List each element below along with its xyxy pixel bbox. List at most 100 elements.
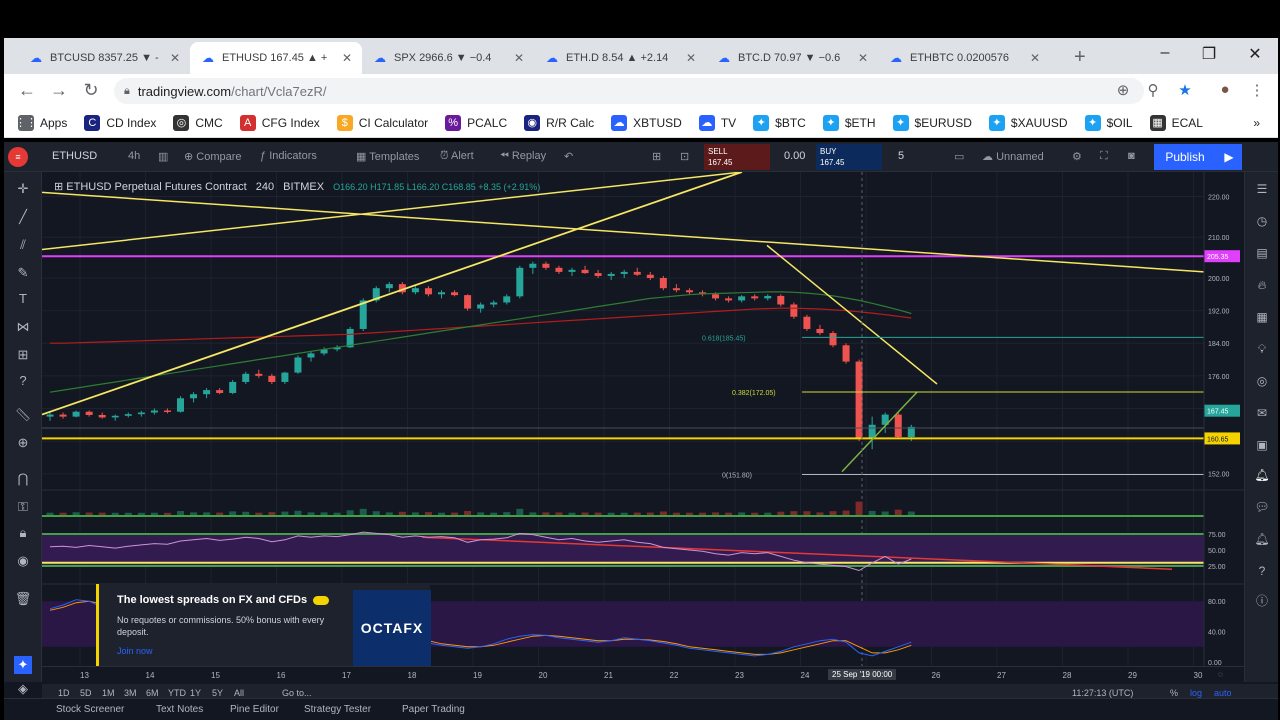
- replay-button[interactable]: ⏪︎ Replay: [500, 150, 546, 163]
- bookmark-item[interactable]: ✦ $BTC: [753, 114, 806, 131]
- range-button[interactable]: 1Y: [190, 688, 201, 698]
- range-button[interactable]: 6M: [146, 688, 159, 698]
- range-button[interactable]: All: [234, 688, 244, 698]
- indicators-button[interactable]: ƒ Indicators: [260, 150, 317, 162]
- settings-icon[interactable]: ⚙: [1072, 150, 1082, 163]
- info-icon[interactable]: ⓘ: [1253, 592, 1271, 610]
- marker-icon[interactable]: ◈: [14, 680, 32, 698]
- lock-icon[interactable]: 🔒︎: [14, 524, 32, 542]
- goto-button[interactable]: Go to...: [282, 688, 312, 698]
- symbol-search[interactable]: ETHUSD: [52, 150, 97, 162]
- brush-icon[interactable]: ✎: [14, 264, 32, 282]
- bookmark-item[interactable]: ▦ ECAL: [1149, 114, 1203, 131]
- bookmark-item[interactable]: $ CI Calculator: [336, 114, 428, 131]
- pitchfork-icon[interactable]: ⫽: [14, 236, 32, 254]
- bookmark-item[interactable]: ☁ TV: [698, 114, 736, 131]
- close-window-icon[interactable]: ✕: [1240, 44, 1270, 64]
- back-icon[interactable]: ←: [16, 80, 38, 101]
- sell-button[interactable]: SELL 167.45: [704, 144, 770, 170]
- range-button[interactable]: 3M: [124, 688, 137, 698]
- browser-tab[interactable]: ☁ BTC.D 70.97 ▼ −0.6 ✕: [706, 42, 878, 74]
- pattern-icon[interactable]: ⋈: [14, 318, 32, 336]
- auto-toggle[interactable]: auto: [1214, 688, 1232, 698]
- quantity-input[interactable]: 5: [898, 150, 904, 162]
- range-button[interactable]: 5Y: [212, 688, 223, 698]
- ruler-icon[interactable]: 📏︎: [14, 406, 32, 424]
- close-tab-icon[interactable]: ✕: [338, 51, 356, 65]
- calendar-icon[interactable]: ▣: [1253, 436, 1271, 454]
- crosshair-icon[interactable]: ✛: [14, 180, 32, 198]
- layout-icon[interactable]: ⊡: [680, 150, 689, 163]
- prediction-icon[interactable]: ⊞: [14, 346, 32, 364]
- layout-name-button[interactable]: ☁ Unnamed: [982, 150, 1044, 163]
- minimize-icon[interactable]: –: [1150, 44, 1180, 62]
- chat-icon[interactable]: 💬︎: [1253, 498, 1271, 516]
- log-toggle[interactable]: log: [1190, 688, 1202, 698]
- range-button[interactable]: 1M: [102, 688, 115, 698]
- panel-tab[interactable]: Text Notes: [156, 704, 203, 715]
- data-window-icon[interactable]: ▤: [1253, 244, 1271, 262]
- bookmark-item[interactable]: ☁ XBTUSD: [611, 114, 682, 131]
- fullscreen-icon[interactable]: ⛶: [1100, 150, 1108, 163]
- buysell-icon[interactable]: ⊞: [652, 150, 661, 163]
- browser-tab[interactable]: ☁ SPX 2966.6 ▼ −0.4 ✕: [362, 42, 534, 74]
- chats-icon[interactable]: ✉: [1253, 404, 1271, 422]
- close-tab-icon[interactable]: ✕: [1026, 51, 1044, 65]
- compare-button[interactable]: ⊕ Compare: [184, 150, 242, 163]
- install-icon[interactable]: ⊕: [1112, 81, 1134, 99]
- bookmark-item[interactable]: ◎ CMC: [173, 114, 223, 131]
- ideas-icon[interactable]: 💡︎: [1253, 340, 1271, 358]
- bookmark-item[interactable]: ✦ $OIL: [1084, 114, 1133, 131]
- interval-button[interactable]: 4h: [128, 150, 140, 162]
- close-tab-icon[interactable]: ✕: [682, 51, 700, 65]
- range-button[interactable]: 1D: [58, 688, 70, 698]
- bookmark-item[interactable]: ◉ R/R Calc: [524, 114, 594, 131]
- bookmark-star-icon[interactable]: ★: [1174, 81, 1196, 99]
- bookmark-item[interactable]: A CFG Index: [239, 114, 320, 131]
- streams-icon[interactable]: ◎: [1253, 372, 1271, 390]
- octafx-ad[interactable]: The lowest spreads on FX and CFDs No req…: [96, 584, 431, 666]
- panel-tab[interactable]: Stock Screener: [56, 704, 124, 715]
- undo-icon[interactable]: ↶: [564, 150, 573, 163]
- text-icon[interactable]: T: [14, 290, 32, 308]
- calendar-icon[interactable]: ▦: [1253, 308, 1271, 326]
- play-icon[interactable]: ▶: [1216, 144, 1242, 170]
- browser-tab-active[interactable]: ☁ ETHUSD 167.45 ▲ + ✕: [190, 42, 362, 74]
- zoom-icon[interactable]: ⚲: [1142, 81, 1164, 99]
- reload-icon[interactable]: ↻: [80, 80, 102, 101]
- publish-button[interactable]: Publish: [1154, 144, 1216, 170]
- trendline-icon[interactable]: ╱: [14, 208, 32, 226]
- close-tab-icon[interactable]: ✕: [854, 51, 872, 65]
- watchlist-icon[interactable]: ☰: [1253, 180, 1271, 198]
- bookmark-item[interactable]: % PCALC: [445, 114, 507, 131]
- help-icon[interactable]: ?: [14, 372, 32, 390]
- range-button[interactable]: YTD: [168, 688, 186, 698]
- chart-type-icon[interactable]: ▥: [158, 150, 168, 163]
- browser-tab[interactable]: ☁ BTCUSD 8357.25 ▼ - ✕: [18, 42, 190, 74]
- bookmark-item[interactable]: ✦ $ETH: [822, 114, 876, 131]
- alert-button[interactable]: ⏰︎ Alert: [440, 150, 474, 163]
- new-tab-icon[interactable]: +: [1074, 46, 1086, 69]
- bell-icon[interactable]: 🔔︎: [1253, 530, 1271, 548]
- magnet-icon[interactable]: ⋂: [14, 470, 32, 488]
- zoom-in-icon[interactable]: ⊕: [14, 434, 32, 452]
- layout-select-icon[interactable]: ▭: [954, 150, 964, 163]
- notifications-icon[interactable]: 🔔︎: [1253, 466, 1271, 484]
- bookmark-item[interactable]: ✦ $XAUUSD: [988, 114, 1068, 131]
- help-icon[interactable]: ?: [1253, 562, 1271, 580]
- url-input[interactable]: 🔒︎ tradingview.com/chart/Vcla7ezR/: [114, 78, 1144, 104]
- bookmark-item[interactable]: ✦ $EURUSD: [892, 114, 972, 131]
- time-axis[interactable]: 13141516171819202122232425262728293025 S…: [42, 666, 1244, 684]
- watchlist-star-icon[interactable]: ✦: [14, 656, 32, 674]
- more-bookmarks-icon[interactable]: »: [1253, 116, 1260, 130]
- camera-icon[interactable]: ◙: [1128, 150, 1135, 162]
- bookmark-item[interactable]: C CD Index: [84, 114, 156, 131]
- panel-tab[interactable]: Strategy Tester: [304, 704, 371, 715]
- menu-icon[interactable]: ≡: [8, 147, 28, 167]
- percent-toggle[interactable]: %: [1170, 688, 1178, 698]
- clock-icon[interactable]: ◷: [1253, 212, 1271, 230]
- buy-button[interactable]: BUY 167.45: [816, 144, 882, 170]
- chart-area[interactable]: 220.00210.00200.00192.00184.00176.00168.…: [42, 172, 1244, 666]
- forward-icon[interactable]: →: [48, 80, 70, 101]
- trash-icon[interactable]: 🗑︎: [14, 590, 32, 608]
